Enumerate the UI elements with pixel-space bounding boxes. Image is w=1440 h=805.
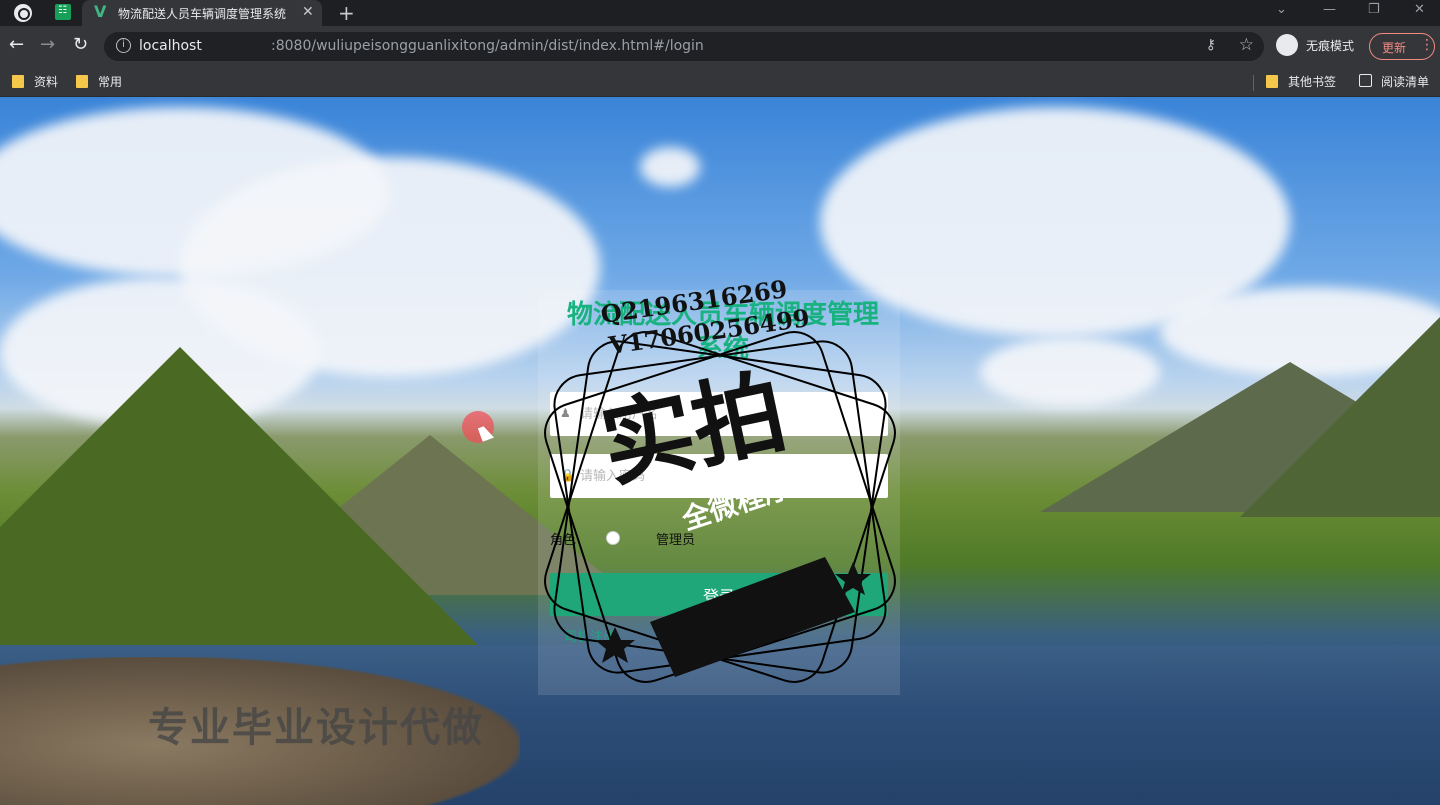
update-button[interactable]: 更新 ⋮ bbox=[1369, 33, 1435, 60]
bookmark-label: 资料 bbox=[34, 75, 59, 89]
incognito-label: 无痕模式 bbox=[1306, 39, 1355, 53]
minimize-button[interactable]: — bbox=[1323, 2, 1336, 17]
watermark-footer: 专业毕业设计代做 bbox=[148, 705, 484, 751]
menu-dots-icon[interactable]: ⋮ bbox=[1420, 37, 1434, 53]
tab-search-icon[interactable]: ⌄ bbox=[1276, 2, 1287, 17]
bookmark-label: 其他书签 bbox=[1288, 75, 1337, 89]
folder-icon bbox=[76, 75, 88, 88]
vue-logo-icon: V bbox=[94, 2, 107, 21]
browser-toolbar: ← → ↻ i localhost :8080/wuliupeisongguan… bbox=[0, 26, 1440, 67]
tab-title: 物流配送人员车辆调度管理系统 bbox=[118, 7, 287, 21]
back-icon[interactable]: ← bbox=[9, 34, 24, 55]
address-bar[interactable]: i localhost :8080/wuliupeisongguanlixito… bbox=[104, 32, 1264, 61]
restore-button[interactable]: ❐ bbox=[1368, 2, 1380, 17]
folder-icon bbox=[12, 75, 24, 88]
new-tab-button[interactable]: + bbox=[338, 1, 355, 25]
bookmark-separator bbox=[1253, 75, 1254, 91]
bookmark-label: 常用 bbox=[98, 75, 123, 89]
bookmarks-bar: 资料 常用 其他书签 阅读清单 bbox=[0, 67, 1440, 97]
key-icon[interactable]: ⚷ bbox=[1206, 37, 1216, 53]
url-host: localhost bbox=[139, 38, 202, 54]
site-info-icon[interactable]: i bbox=[116, 38, 131, 53]
folder-icon bbox=[1266, 75, 1278, 88]
browser-tab-strip: ☷ V 物流配送人员车辆调度管理系统 ✕ + ⌄ — ❐ ✕ bbox=[0, 0, 1440, 26]
forward-icon[interactable]: → bbox=[40, 34, 55, 55]
incognito-icon bbox=[1276, 34, 1298, 56]
background-mountain bbox=[1240, 297, 1440, 517]
reading-list-label: 阅读清单 bbox=[1381, 75, 1430, 89]
browser-tab-active[interactable]: V 物流配送人员车辆调度管理系统 ✕ bbox=[82, 0, 322, 26]
bookmark-star-icon[interactable]: ☆ bbox=[1239, 35, 1254, 55]
tab-close-icon[interactable]: ✕ bbox=[302, 4, 314, 20]
background-mountain bbox=[0, 347, 480, 647]
login-page: 物流配送人员车辆调度管理系统 ♟ 🔒 角色 管理员 登录 司机注册 Q21963… bbox=[0, 97, 1440, 805]
reading-list-icon bbox=[1359, 74, 1372, 87]
update-label: 更新 bbox=[1382, 41, 1407, 55]
background-cloud bbox=[640, 147, 700, 187]
reload-icon[interactable]: ↻ bbox=[73, 34, 88, 55]
pinned-tab-icon[interactable]: ☷ bbox=[55, 4, 71, 20]
globe-icon[interactable] bbox=[14, 4, 32, 22]
url-path: :8080/wuliupeisongguanlixitong/admin/dis… bbox=[271, 38, 704, 54]
window-close-button[interactable]: ✕ bbox=[1414, 2, 1425, 17]
